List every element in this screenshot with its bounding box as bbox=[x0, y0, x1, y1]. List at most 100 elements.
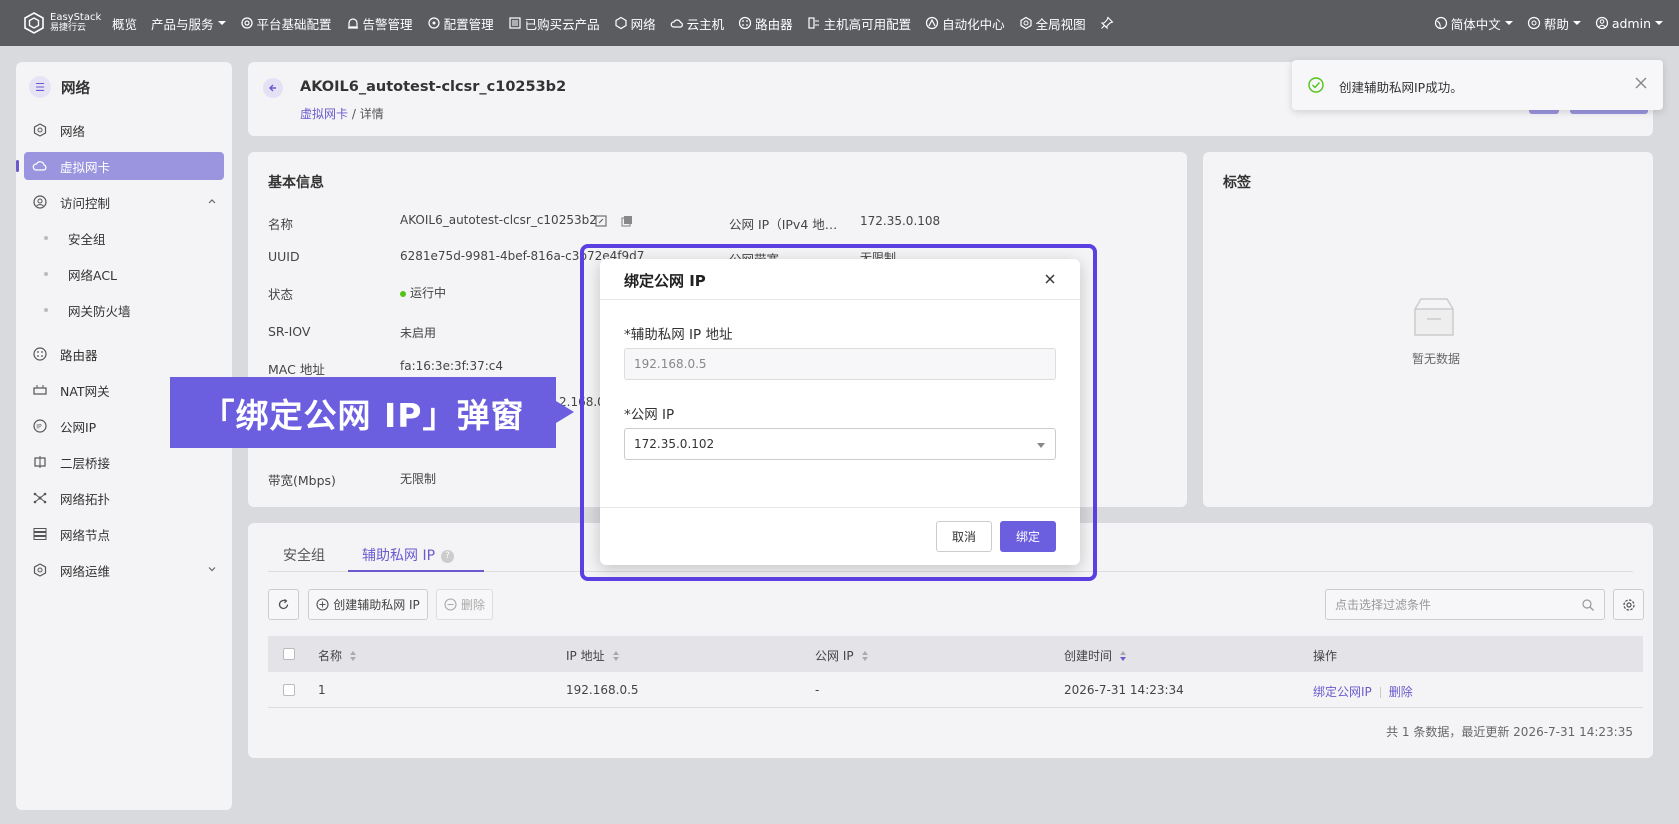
value-bandwidth: 无限制 bbox=[400, 472, 437, 486]
pin-button[interactable] bbox=[1100, 16, 1117, 30]
check-circle-icon bbox=[1308, 77, 1324, 93]
tab-secondary-private-ip[interactable]: 辅助私网 IP? bbox=[362, 545, 455, 565]
gear-icon bbox=[1622, 598, 1635, 611]
value-name: AKOIL6_autotest-clcsr_c10253b2 bbox=[400, 213, 597, 227]
nav-automation[interactable]: 自动化中心 bbox=[925, 14, 1005, 33]
column-actions: 操作 bbox=[1313, 647, 1337, 664]
chevron-down-icon bbox=[208, 567, 216, 572]
cell-created: 2026-7-31 14:23:34 bbox=[1064, 683, 1184, 697]
help-icon bbox=[1527, 16, 1540, 30]
nav-overview[interactable]: 概览 bbox=[112, 14, 137, 33]
separator bbox=[1379, 687, 1381, 698]
brand-name: EasyStack bbox=[50, 12, 102, 23]
label-public-ip: 公网 IP（IPv4 地… bbox=[729, 217, 838, 232]
sidebar-item-security-group[interactable]: 安全组 bbox=[24, 224, 224, 252]
cell-public-ip: - bbox=[815, 683, 820, 697]
alarm-icon bbox=[347, 18, 358, 29]
nav-platform-config[interactable]: 平台基础配置 bbox=[240, 14, 332, 33]
select-all-checkbox[interactable] bbox=[283, 648, 295, 660]
sidebar-item-network-nodes[interactable]: 网络节点 bbox=[24, 520, 224, 548]
tab-security-group[interactable]: 安全组 bbox=[283, 545, 325, 565]
nav-ha-config[interactable]: 主机高可用配置 bbox=[807, 14, 911, 33]
column-label: 操作 bbox=[1313, 649, 1338, 663]
bridge-icon bbox=[34, 456, 46, 468]
easystack-logo-icon bbox=[24, 12, 44, 34]
nav-global-view[interactable]: 全局视图 bbox=[1019, 14, 1086, 33]
sidebar-item-label: 公网IP bbox=[60, 419, 97, 435]
nav-right: 简体中文 帮助 admin bbox=[1420, 0, 1663, 46]
sidebar-item-router[interactable]: 路由器 bbox=[24, 340, 224, 368]
refresh-icon bbox=[278, 599, 289, 610]
nav-network[interactable]: 网络 bbox=[614, 14, 656, 33]
help-icon[interactable]: ? bbox=[441, 549, 455, 563]
nav-vm[interactable]: 云主机 bbox=[670, 14, 725, 33]
sidebar-item-network-ops[interactable]: 网络运维 bbox=[24, 556, 224, 584]
delete-link[interactable]: 删除 bbox=[1389, 685, 1413, 699]
table-header: 名称 IP 地址 公网 IP 创建时间 操作 bbox=[268, 636, 1643, 672]
column-public-ip[interactable]: 公网 IP bbox=[815, 647, 868, 664]
brand-logo[interactable]: EasyStack 易捷行云 bbox=[22, 11, 112, 35]
button-label: 创建辅助私网 IP bbox=[333, 598, 420, 612]
column-created[interactable]: 创建时间 bbox=[1064, 647, 1127, 664]
nav-label: 配置管理 bbox=[443, 16, 494, 32]
column-ip[interactable]: IP 地址 bbox=[566, 647, 619, 664]
help-menu[interactable]: 帮助 bbox=[1527, 14, 1581, 33]
router-icon bbox=[33, 347, 47, 361]
bind-public-ip-link[interactable]: 绑定公网IP bbox=[1313, 685, 1372, 699]
value-sriov: 未启用 bbox=[400, 326, 437, 340]
copy-icon[interactable] bbox=[620, 214, 634, 228]
status-dot bbox=[400, 290, 406, 297]
nav-alarm[interactable]: 告警管理 bbox=[346, 14, 413, 33]
back-button[interactable] bbox=[263, 78, 283, 98]
language-label: 简体中文 bbox=[1450, 16, 1501, 32]
shield-icon bbox=[33, 195, 47, 209]
breadcrumb-link[interactable]: 虚拟网卡 bbox=[300, 107, 348, 121]
value-status: 运行中 bbox=[400, 284, 446, 301]
sidebar-item-label: 网络运维 bbox=[60, 563, 111, 579]
sort-icon bbox=[612, 650, 619, 661]
sidebar-item-topology[interactable]: 网络拓扑 bbox=[24, 484, 224, 512]
nav-label: 告警管理 bbox=[362, 16, 413, 32]
sidebar-item-label: 网络拓扑 bbox=[60, 491, 111, 507]
edit-icon[interactable] bbox=[594, 214, 608, 228]
plus-circle-icon bbox=[316, 598, 329, 611]
sidebar-item-virtual-nic[interactable]: 虚拟网卡 bbox=[24, 152, 224, 180]
label-sriov: SR-IOV bbox=[268, 324, 311, 339]
sidebar-item-l2-bridge[interactable]: 二层桥接 bbox=[24, 448, 224, 476]
filter-placeholder: 点击选择过滤条件 bbox=[1335, 598, 1432, 612]
table-footer: 共 1 条数据，最近更新 2026-7-31 14:23:35 bbox=[1386, 725, 1633, 739]
sidebar-item-network-acl[interactable]: 网络ACL bbox=[24, 260, 224, 288]
menu-icon[interactable]: ☰ bbox=[29, 76, 51, 98]
nav-label: 云主机 bbox=[686, 16, 725, 32]
active-tab-indicator bbox=[348, 570, 484, 572]
cell-actions: 绑定公网IP 删除 bbox=[1313, 683, 1413, 700]
refresh-button[interactable] bbox=[268, 589, 299, 620]
column-name[interactable]: 名称 bbox=[318, 647, 357, 664]
ops-icon bbox=[33, 563, 47, 577]
main-nav: 概览 产品与服务 平台基础配置 告警管理 配置管理 已购买云产品 网络 云主机 … bbox=[112, 14, 1131, 33]
server-icon bbox=[33, 528, 47, 540]
filter-input[interactable]: 点击选择过滤条件 bbox=[1325, 589, 1605, 620]
sidebar-item-gateway-firewall[interactable]: 网关防火墙 bbox=[24, 296, 224, 324]
language-switch[interactable]: 简体中文 bbox=[1434, 14, 1513, 33]
search-icon bbox=[1582, 599, 1594, 611]
nav-router[interactable]: 路由器 bbox=[738, 14, 793, 33]
close-icon[interactable] bbox=[1635, 77, 1647, 89]
chevron-down-icon bbox=[1655, 21, 1663, 25]
create-secondary-ip-button[interactable]: 创建辅助私网 IP bbox=[308, 589, 428, 620]
row-checkbox[interactable] bbox=[283, 684, 295, 696]
user-label: admin bbox=[1611, 15, 1651, 31]
settings-button[interactable] bbox=[1613, 589, 1644, 620]
sidebar-item-access-control[interactable]: 访问控制 bbox=[24, 188, 224, 216]
arrow-left-icon bbox=[269, 84, 276, 92]
user-menu[interactable]: admin bbox=[1595, 16, 1663, 31]
chevron-up-icon bbox=[208, 199, 216, 204]
sidebar-header: ☰ 网络 bbox=[29, 76, 90, 98]
ip-icon: IP bbox=[33, 419, 47, 433]
delete-button[interactable]: 删除 bbox=[436, 589, 493, 620]
annotation-callout: 「绑定公网 IP」弹窗 bbox=[170, 377, 556, 448]
nav-config[interactable]: 配置管理 bbox=[427, 14, 494, 33]
nav-products[interactable]: 产品与服务 bbox=[151, 14, 226, 33]
nav-purchased[interactable]: 已购买云产品 bbox=[508, 14, 600, 33]
sidebar-item-network[interactable]: 网络 bbox=[24, 116, 224, 144]
